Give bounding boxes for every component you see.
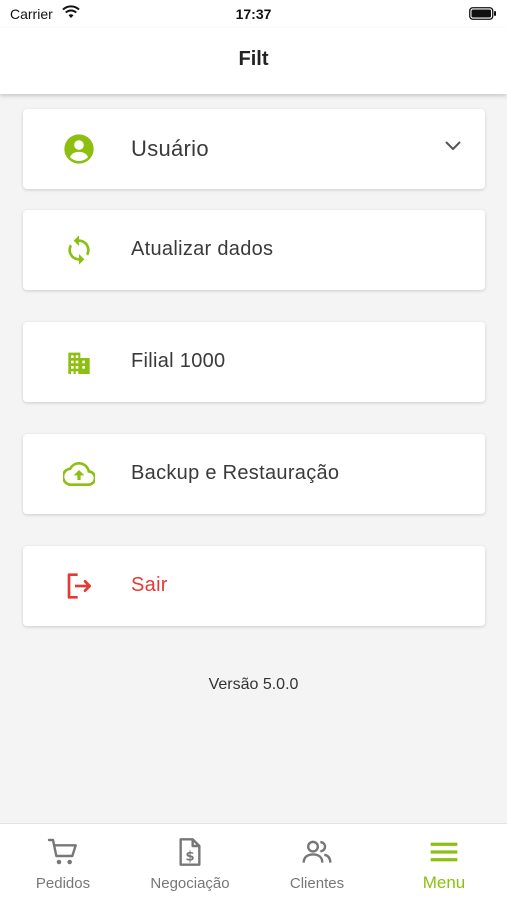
logout-icon: [67, 573, 91, 599]
status-bar: Carrier 17:37: [0, 0, 507, 28]
tab-pedidos[interactable]: Pedidos: [0, 824, 126, 901]
tab-bar: Pedidos $ Negociação Clientes Menu: [0, 823, 507, 901]
tab-label: Menu: [422, 873, 466, 892]
logout-label: Sair: [131, 574, 168, 596]
branch-card[interactable]: Filial 1000: [23, 322, 485, 402]
tab-label: Negociação: [150, 875, 230, 892]
building-icon: [68, 352, 90, 374]
user-label: Usuário: [131, 136, 209, 161]
tab-label: Clientes: [289, 875, 345, 892]
clock: 17:37: [235, 6, 272, 22]
branch-label: Filial 1000: [131, 350, 226, 372]
svg-text:$: $: [185, 850, 194, 865]
backup-card[interactable]: Backup e Restauração: [23, 434, 485, 514]
version-label: Versão 5.0.0: [208, 676, 299, 693]
tab-menu[interactable]: Menu: [381, 824, 507, 901]
cloud-upload-icon: [63, 461, 95, 486]
tab-label: Pedidos: [35, 875, 91, 892]
sync-icon: [68, 235, 90, 265]
refresh-data-label: Atualizar dados: [131, 238, 274, 260]
backup-label: Backup e Restauração: [131, 462, 340, 484]
refresh-data-card[interactable]: Atualizar dados: [23, 210, 485, 290]
chevron-down-icon[interactable]: [445, 141, 461, 151]
hamburger-menu-icon: [430, 842, 458, 862]
logout-card[interactable]: Sair: [23, 546, 485, 626]
invoice-dollar-icon: $: [179, 838, 201, 866]
tab-clientes[interactable]: Clientes: [254, 824, 380, 901]
cart-icon: [47, 838, 77, 865]
page-title: Filt: [238, 48, 269, 70]
user-circle-icon: [64, 134, 94, 164]
battery-icon: [469, 7, 496, 20]
tab-negociacao[interactable]: $ Negociação: [127, 824, 253, 901]
nav-bar: Filt: [0, 28, 507, 94]
users-icon: [302, 840, 332, 863]
user-card[interactable]: Usuário: [23, 109, 485, 189]
